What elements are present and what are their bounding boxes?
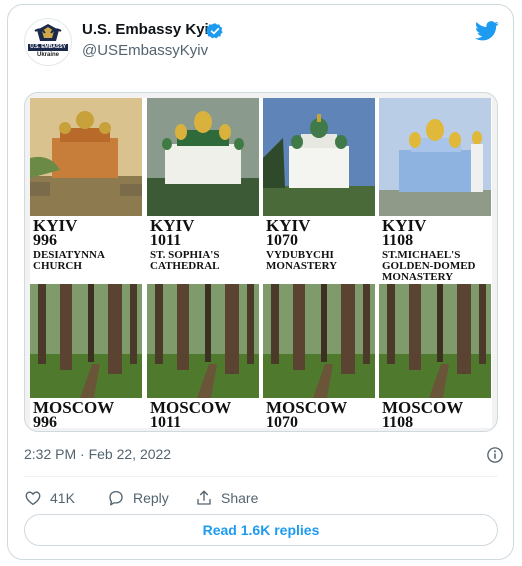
embassy-seal-icon [34,24,62,41]
kyiv-city-label: KYIV [150,216,195,235]
kyiv-desc-label: DESIATYNNA CHURCH [33,249,105,272]
forest-image [379,284,491,398]
tweet-timestamp[interactable]: 2:32 PM · Feb 22, 2022 [24,446,171,462]
forest-image [30,284,142,398]
reply-icon [109,490,123,506]
moscow-year-label: 1108 [382,414,414,431]
reply-button[interactable]: Reply [107,488,169,508]
kyiv-desc-label: ST. SOPHIA'S CATHEDRAL [150,249,220,272]
verified-badge-icon [206,23,223,39]
kyiv-year-label: 1108 [382,232,414,249]
kyiv-year-label: 1011 [150,232,182,249]
moscow-city-label: MOSCOW [266,398,348,417]
display-name[interactable]: U.S. Embassy Kyiv [82,21,217,38]
moscow-city-label: MOSCOW [150,398,232,417]
moscow-year-label: 996 [33,414,57,431]
read-replies-button[interactable]: Read 1.6K replies [24,514,498,546]
moscow-city-label: MOSCOW [382,398,464,417]
kyiv-desc-label: VYDUBYCHI MONASTERY [266,249,338,272]
avatar[interactable]: U.S. EMBASSY Ukraine [24,18,72,66]
kyiv-city-label: KYIV [266,216,311,235]
share-button[interactable]: Share [195,488,258,508]
st-sophias-cathedral-image [147,98,259,216]
kyiv-cell-4: KYIV 1108 ST.MICHAEL'S GOLDEN-DOMED MONA… [379,98,491,431]
kyiv-city-label: KYIV [33,216,78,235]
moscow-year-label: 1011 [150,414,182,431]
like-count: 41K [50,490,75,506]
kyiv-desc-label: ST.MICHAEL'S GOLDEN-DOMED MONASTERY [382,249,476,283]
reply-label: Reply [133,490,169,506]
heart-icon [25,491,41,506]
desiatynna-church-image [30,98,142,216]
moscow-year-label: 1070 [266,414,298,431]
vydubychi-monastery-image [263,98,375,216]
kyiv-cell-2: KYIV 1011 ST. SOPHIA'S CATHEDRAL MOSCOW … [147,98,259,431]
kyiv-cell-3: KYIV 1070 VYDUBYCHI MONASTERY MOSCOW 107… [263,98,375,431]
divider [24,476,498,477]
tweet-card: U.S. EMBASSY Ukraine U.S. Embassy Kyiv @… [7,4,514,560]
share-icon [197,490,211,505]
st-michaels-monastery-image [379,98,491,216]
twitter-bird-icon[interactable] [475,20,499,42]
avatar-sub-text: Ukraine [36,52,59,58]
info-icon[interactable] [486,446,504,464]
handle[interactable]: @USEmbassyKyiv [82,42,208,59]
kyiv-year-label: 996 [33,232,57,249]
kyiv-year-label: 1070 [266,232,298,249]
moscow-city-label: MOSCOW [33,398,115,417]
forest-image [147,284,259,398]
tweet-image[interactable]: KYIV 996 DESIATYNNA CHURCH MOSCOW 996 KY… [24,92,498,432]
kyiv-cell-1: KYIV 996 DESIATYNNA CHURCH MOSCOW 996 [30,98,142,431]
share-label: Share [221,490,259,506]
kyiv-city-label: KYIV [382,216,427,235]
forest-image [263,284,375,398]
avatar-banner-text: U.S. EMBASSY [28,44,68,51]
comparison-grid: KYIV 996 DESIATYNNA CHURCH MOSCOW 996 KY… [30,98,492,431]
like-button[interactable]: 41K [24,488,75,508]
